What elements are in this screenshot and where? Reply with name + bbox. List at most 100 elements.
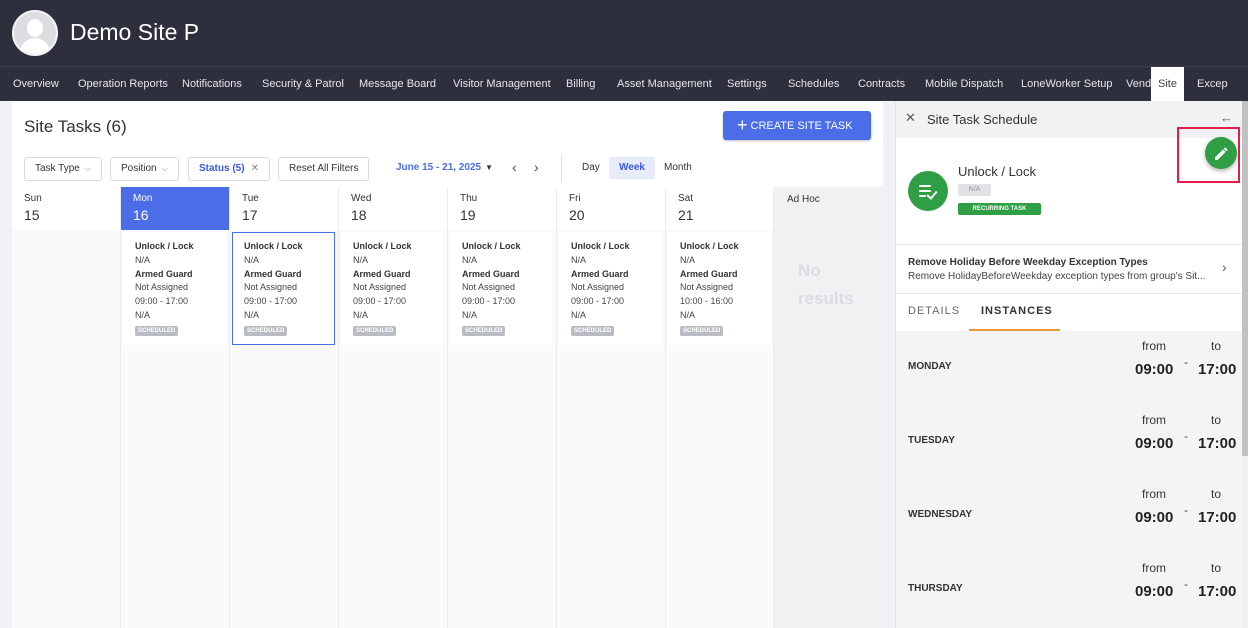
task-card[interactable]: Unlock / Lock N/A Armed Guard Not Assign…: [559, 232, 662, 345]
task-position: Armed Guard: [353, 268, 411, 279]
to-label: to: [1211, 487, 1222, 501]
tab-contracts[interactable]: Contracts: [858, 67, 905, 101]
day-date: 16: [133, 207, 149, 223]
tab-operation-reports[interactable]: Operation Reports: [78, 67, 168, 101]
day-column-thu: Thu 19 Unlock / Lock N/A Armed Guard Not …: [448, 187, 557, 628]
task-assignee: Not Assigned: [135, 282, 189, 293]
day-column-tue: Tue 17 Unlock / Lock N/A Armed Guard Not …: [230, 187, 339, 628]
instance-row: WEDNESDAY from 09:00 - to 17:00: [896, 479, 1242, 553]
task-type-label: Task Type: [35, 163, 80, 174]
scrollbar-thumb[interactable]: [1242, 101, 1248, 456]
tab-billing[interactable]: Billing: [566, 67, 595, 101]
previous-week-icon[interactable]: ‹: [512, 159, 517, 175]
exception-title: Remove Holiday Before Weekday Exception …: [908, 257, 1148, 268]
task-subtitle: N/A: [571, 254, 587, 265]
icon-line: [919, 185, 931, 187]
create-site-task-label: CREATE SITE TASK: [750, 120, 853, 132]
from-label: from: [1142, 561, 1166, 575]
task-position: Armed Guard: [244, 268, 302, 279]
status-badge: SCHEDULED: [680, 325, 724, 336]
avatar[interactable]: [12, 10, 58, 56]
status-badge: SCHEDULED: [244, 325, 288, 336]
day-column-sun: Sun 15: [12, 187, 121, 628]
task-subtitle: N/A: [135, 254, 151, 265]
task-type-filter[interactable]: Task Type ⌵: [24, 157, 102, 181]
tab-message-board[interactable]: Message Board: [359, 67, 436, 101]
view-week-button[interactable]: Week: [609, 157, 655, 179]
date-range-picker[interactable]: June 15 - 21, 2025 ▼: [396, 162, 493, 173]
tab-overview[interactable]: Overview: [13, 67, 59, 101]
task-card[interactable]: Unlock / Lock N/A Armed Guard Not Assign…: [450, 232, 553, 345]
tab-instances[interactable]: INSTANCES: [981, 305, 1053, 317]
edit-button[interactable]: [1205, 137, 1237, 169]
chevron-down-icon: ⌵: [84, 164, 91, 173]
day-name: Tue: [242, 193, 259, 204]
status-filter[interactable]: Status (5) ✕: [188, 157, 270, 181]
from-label: from: [1142, 339, 1166, 353]
clear-status-icon[interactable]: ✕: [251, 163, 259, 174]
tab-loneworker-setup[interactable]: LoneWorker Setup: [1021, 67, 1113, 101]
task-position: Armed Guard: [680, 268, 738, 279]
task-title: Unlock / Lock: [135, 241, 194, 251]
task-note: N/A: [135, 309, 151, 320]
day-name: Sat: [678, 193, 694, 204]
task-note: N/A: [353, 309, 369, 320]
day-header: Mon 16: [121, 187, 229, 230]
plus-icon: +: [737, 115, 748, 135]
icon-line: [919, 195, 926, 197]
tab-details[interactable]: DETAILS: [908, 305, 960, 317]
scrollbar[interactable]: [1242, 101, 1248, 628]
task-time: 09:00 - 17:00: [462, 296, 516, 307]
task-note: N/A: [571, 309, 587, 320]
from-label: from: [1142, 413, 1166, 427]
view-day-button[interactable]: Day: [572, 157, 610, 179]
tab-asset-management[interactable]: Asset Management: [617, 67, 712, 101]
task-card[interactable]: Unlock / Lock N/A Armed Guard Not Assign…: [341, 232, 444, 345]
day-name: Sun: [24, 193, 42, 204]
instance-row: THURSDAY from 09:00 - to 17:00: [896, 553, 1242, 627]
day-date: 18: [351, 207, 367, 223]
from-time: 09:00: [1135, 361, 1174, 378]
from-time: 09:00: [1135, 583, 1174, 600]
back-arrow-icon[interactable]: ←: [1220, 110, 1233, 125]
tab-vend[interactable]: Vend: [1126, 67, 1151, 101]
to-time: 17:00: [1198, 435, 1237, 452]
tab-visitor-management[interactable]: Visitor Management: [453, 67, 551, 101]
range-dash: -: [1184, 503, 1188, 517]
task-assignee: Not Assigned: [462, 282, 516, 293]
pencil-icon: [1215, 147, 1228, 160]
tab-excep[interactable]: Excep: [1197, 67, 1228, 101]
tab-schedules[interactable]: Schedules: [788, 67, 839, 101]
task-time: 09:00 - 17:00: [135, 296, 189, 307]
task-time: 10:00 - 16:00: [680, 296, 734, 307]
task-card-selected[interactable]: Unlock / Lock N/A Armed Guard Not Assign…: [232, 232, 335, 345]
divider: [561, 156, 562, 182]
chevron-right-icon: ›: [1222, 259, 1227, 275]
task-subtitle: N/A: [353, 254, 369, 265]
task-card[interactable]: Unlock / Lock N/A Armed Guard Not Assign…: [668, 232, 771, 345]
view-month-button[interactable]: Month: [654, 157, 702, 179]
reset-filters-button[interactable]: Reset All Filters: [278, 157, 370, 181]
range-dash: -: [1184, 577, 1188, 591]
day-column-mon: Mon 16 Unlock / Lock N/A Armed Guard Not …: [121, 187, 230, 628]
status-filter-label: Status (5): [199, 163, 245, 174]
exception-subtitle: Remove HolidayBeforeWeekday exception ty…: [908, 271, 1206, 282]
day-name: Mon: [133, 193, 153, 204]
instance-day: TUESDAY: [908, 435, 955, 446]
status-badge: SCHEDULED: [462, 325, 506, 336]
tab-security-patrol[interactable]: Security & Patrol: [262, 67, 344, 101]
day-name: Wed: [351, 193, 372, 204]
task-card[interactable]: Unlock / Lock N/A Armed Guard Not Assign…: [123, 232, 226, 345]
tab-notifications[interactable]: Notifications: [182, 67, 242, 101]
position-filter[interactable]: Position ⌵: [110, 157, 179, 181]
close-icon[interactable]: ✕: [905, 110, 916, 126]
position-label: Position: [121, 163, 157, 174]
next-week-icon[interactable]: ›: [534, 159, 539, 175]
day-column-wed: Wed 18 Unlock / Lock N/A Armed Guard Not …: [339, 187, 448, 628]
tab-mobile-dispatch[interactable]: Mobile Dispatch: [925, 67, 1003, 101]
tab-site[interactable]: Site: [1151, 67, 1184, 101]
day-date: 21: [678, 207, 694, 223]
tab-settings[interactable]: Settings: [727, 67, 767, 101]
create-site-task-button[interactable]: + CREATE SITE TASK: [723, 111, 871, 140]
ad-hoc-column: Ad Hoc No results: [774, 187, 883, 628]
